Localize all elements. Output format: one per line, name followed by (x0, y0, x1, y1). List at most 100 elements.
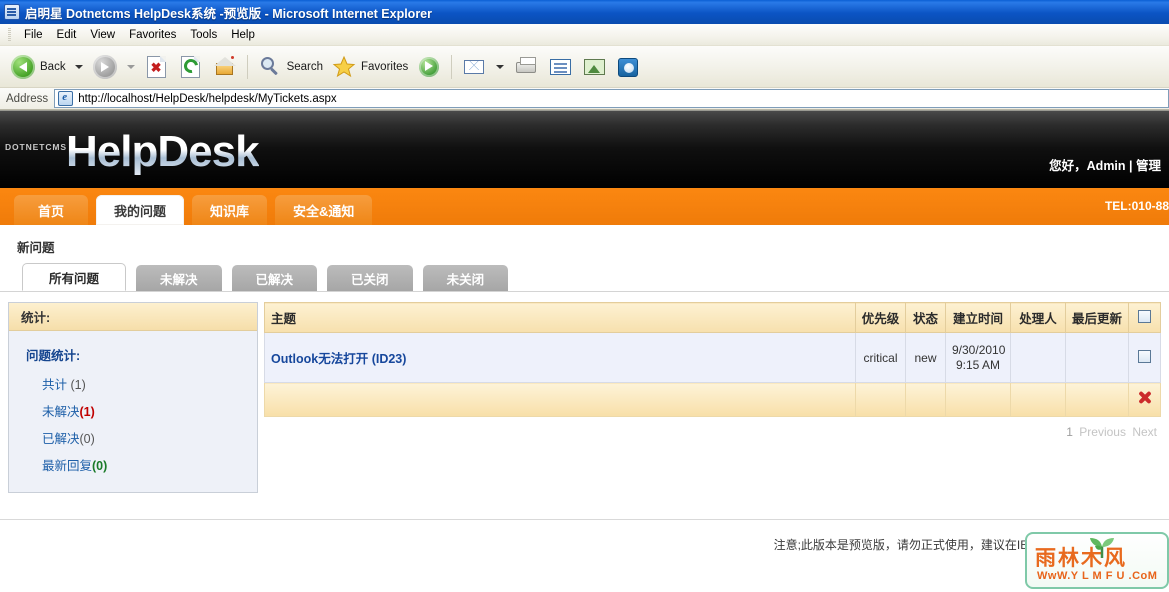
stat-row-unresolved[interactable]: 未解决(1) (9, 397, 257, 424)
search-button[interactable]: Search (253, 52, 327, 82)
window-titlebar: 启明星 Dotnetcms HelpDesk系统 -预览版 - Microsof… (0, 0, 1169, 24)
select-all-checkbox[interactable] (1138, 309, 1151, 323)
delete-icon[interactable] (1138, 391, 1152, 405)
address-label: Address (6, 92, 49, 105)
new-issue-link[interactable]: 新问题 (0, 225, 1169, 263)
pagination-previous[interactable]: Previous (1079, 425, 1126, 439)
address-url-text: http://localhost/HelpDesk/helpdesk/MyTic… (78, 92, 337, 105)
cell-row-checkbox (1128, 332, 1161, 383)
stat-row-total[interactable]: 共计 (1) (9, 370, 257, 397)
col-assignee[interactable]: 处理人 (1010, 302, 1066, 333)
stat-label-total: 共计 (42, 378, 68, 392)
cell-last-update (1065, 332, 1129, 383)
subtab-not-closed[interactable]: 未关闭 (422, 265, 509, 291)
user-greeting[interactable]: 您好，Admin | 管理 (1049, 155, 1161, 174)
main-nav: 首页 我的问题 知识库 安全&通知 TEL:010-88 (0, 188, 1169, 225)
home-icon (212, 54, 238, 80)
nav-tab-security-notice[interactable]: 安全&通知 (275, 195, 373, 225)
table-header-row: 主题 优先级 状态 建立时间 处理人 最后更新 (264, 302, 1161, 333)
home-button[interactable] (208, 52, 242, 82)
col-created[interactable]: 建立时间 (945, 302, 1011, 333)
subtab-resolved[interactable]: 已解决 (231, 265, 318, 291)
menu-grip[interactable] (8, 27, 11, 42)
stat-row-resolved[interactable]: 已解决(0) (9, 424, 257, 451)
footer-cell-assignee (1010, 382, 1066, 417)
issue-filter-tabs: 所有问题 未解决 已解决 已关闭 未关闭 (0, 263, 1169, 291)
media-button[interactable] (412, 52, 446, 82)
edit-button[interactable] (543, 52, 577, 82)
stop-icon: ✖ (144, 54, 170, 80)
pagination-next[interactable]: Next (1132, 425, 1157, 439)
col-status[interactable]: 状态 (905, 302, 946, 333)
footer-cell-subject (264, 382, 856, 417)
refresh-button[interactable] (174, 52, 208, 82)
col-last-update[interactable]: 最后更新 (1065, 302, 1129, 333)
table-row[interactable]: Outlook无法打开 (ID23) critical new 9/30/201… (264, 332, 1161, 383)
brand-logo: HelpDesk (66, 127, 260, 176)
stat-count-unresolved: (1) (79, 405, 95, 419)
subtab-closed[interactable]: 已关闭 (327, 265, 413, 291)
menu-item-favorites[interactable]: Favorites (122, 27, 183, 43)
mail-button[interactable] (457, 52, 491, 82)
page-number-1[interactable]: 1 (1066, 425, 1073, 439)
back-button[interactable]: Back (6, 52, 70, 82)
forward-arrow-icon (92, 54, 118, 80)
search-icon (257, 54, 283, 80)
menu-item-help[interactable]: Help (224, 27, 262, 43)
cell-subject: Outlook无法打开 (ID23) (264, 332, 856, 383)
image-button[interactable] (577, 52, 611, 82)
back-arrow-icon (10, 54, 36, 80)
stat-label-unresolved: 未解决 (42, 405, 80, 419)
messenger-icon (615, 54, 641, 80)
subtab-unresolved[interactable]: 未解决 (136, 265, 222, 291)
menu-item-view[interactable]: View (83, 27, 122, 43)
nav-tab-knowledge-base[interactable]: 知识库 (192, 195, 268, 225)
statistics-body: 问题统计: 共计 (1) 未解决(1) 已解决(0) 最新回复(0) (9, 331, 257, 492)
stop-button[interactable]: ✖ (140, 52, 174, 82)
refresh-icon (178, 54, 204, 80)
row-checkbox[interactable] (1138, 349, 1151, 363)
forward-button[interactable] (88, 52, 122, 82)
created-date: 9/30/2010 (952, 342, 1006, 357)
statistics-panel: 统计: 问题统计: 共计 (1) 未解决(1) 已解决(0) 最新回复(0) (8, 302, 258, 493)
cell-created: 9/30/2010 9:15 AM (945, 332, 1011, 383)
subtab-all-issues[interactable]: 所有问题 (22, 263, 127, 291)
menu-item-file[interactable]: File (17, 27, 50, 43)
menu-item-tools[interactable]: Tools (183, 27, 224, 43)
image-icon (581, 54, 607, 80)
page-viewport: DOTNETCMS HelpDesk 您好，Admin | 管理 首页 我的问题… (0, 110, 1169, 589)
col-priority[interactable]: 优先级 (855, 302, 906, 333)
favorites-button[interactable]: Favorites (327, 52, 412, 82)
footer-cell-priority (855, 382, 906, 417)
address-input[interactable]: http://localhost/HelpDesk/helpdesk/MyTic… (54, 89, 1169, 108)
page-footer: 注意;此版本是预览版，请勿正式使用，建议在IE6下浏览, Powered By … (0, 519, 1169, 589)
dropdown-caret-icon[interactable] (74, 64, 83, 69)
back-button-label: Back (40, 60, 66, 73)
ticket-subject-link[interactable]: Outlook无法打开 (ID23) (271, 352, 406, 366)
menu-bar: File Edit View Favorites Tools Help (0, 24, 1169, 46)
mail-caret-icon[interactable] (496, 64, 505, 69)
cell-status: new (905, 332, 946, 383)
nav-tab-my-issues[interactable]: 我的问题 (96, 195, 185, 225)
tickets-table: 主题 优先级 状态 建立时间 处理人 最后更新 Outlook无法打开 (ID2… (264, 302, 1161, 417)
print-button[interactable] (509, 52, 543, 82)
statistics-title: 问题统计: (26, 349, 81, 363)
edit-icon (547, 54, 573, 80)
main-columns: 统计: 问题统计: 共计 (1) 未解决(1) 已解决(0) 最新回复(0) 主… (0, 292, 1169, 493)
site-header: DOTNETCMS HelpDesk 您好，Admin | 管理 (0, 110, 1169, 188)
table-footer-row (264, 382, 1161, 417)
stat-row-latest-reply[interactable]: 最新回复(0) (9, 451, 257, 478)
messenger-button[interactable] (611, 52, 645, 82)
nav-tab-home[interactable]: 首页 (14, 195, 88, 225)
nav-telephone: TEL:010-88 (1104, 199, 1169, 213)
mail-icon (461, 54, 487, 80)
created-time: 9:15 AM (955, 357, 1001, 372)
footer-cell-status (905, 382, 946, 417)
statistics-header: 统计: (9, 303, 257, 331)
stat-count-total: (1) (70, 378, 86, 392)
print-icon (513, 54, 539, 80)
footer-cell-action (1128, 382, 1161, 417)
menu-item-edit[interactable]: Edit (50, 27, 84, 43)
col-subject[interactable]: 主题 (264, 302, 856, 333)
watermark-url: WwW.Y L M F U .CoM (1037, 570, 1158, 582)
